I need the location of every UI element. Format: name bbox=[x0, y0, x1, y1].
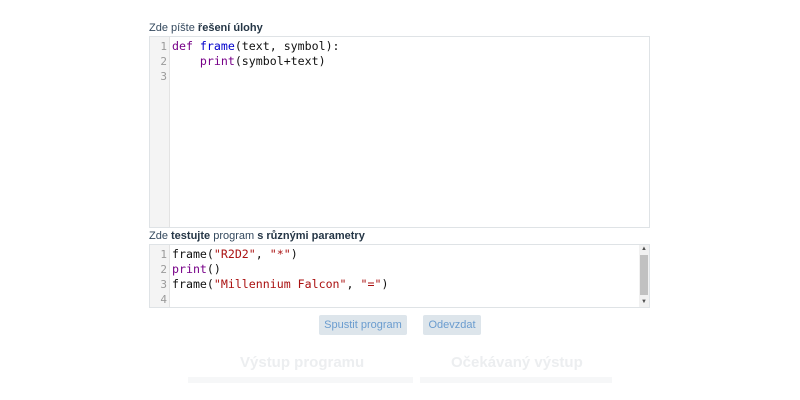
code-token: print bbox=[199, 54, 235, 68]
code-token: print bbox=[172, 262, 207, 276]
test-code-editor[interactable]: 1 frame("R2D2", "*") 2 print() 3 frame("Mille… bbox=[149, 244, 650, 308]
code-token: , bbox=[255, 247, 270, 261]
solution-code-editor[interactable]: 1 def frame(text, symbol): 2 print(symbol+… bbox=[149, 36, 650, 228]
solution-label-prefix: Zde píšte bbox=[149, 22, 198, 34]
test-label-bold-params: s různými parametry bbox=[257, 230, 365, 242]
solution-code-lines[interactable]: 1 def frame(text, symbol): 2 print(symbol+… bbox=[150, 39, 649, 84]
code-text[interactable]: frame("Millennium Falcon", "=") bbox=[172, 277, 388, 292]
code-token: "Millennium Falcon" bbox=[213, 277, 347, 291]
code-token: ) bbox=[381, 277, 389, 291]
test-label: Zde testujte program s různými parametry bbox=[149, 230, 365, 242]
test-editor-scrollbar[interactable]: ▲ ▼ bbox=[639, 245, 649, 307]
code-token: "*" bbox=[269, 247, 291, 261]
code-token: def bbox=[172, 39, 200, 53]
code-token: "R2D2" bbox=[213, 247, 256, 261]
solution-label-bold: řešení úlohy bbox=[197, 22, 263, 34]
test-label-prefix: Zde bbox=[149, 230, 172, 242]
code-line[interactable]: 3 bbox=[150, 69, 649, 84]
test-label-bold-testujte: testujte bbox=[171, 230, 211, 242]
test-code-lines[interactable]: 1 frame("R2D2", "*") 2 print() 3 frame("Mille… bbox=[150, 247, 649, 307]
submit-button[interactable]: Odevzdat bbox=[423, 315, 481, 335]
code-line[interactable]: 2 print(symbol+text) bbox=[150, 54, 649, 69]
code-line[interactable]: 3 frame("Millennium Falcon", "=") bbox=[150, 277, 649, 292]
code-text[interactable]: def frame(text, symbol): bbox=[172, 39, 340, 54]
line-number: 2 bbox=[160, 55, 167, 68]
code-line[interactable]: 1 def frame(text, symbol): bbox=[150, 39, 649, 54]
code-line[interactable]: 4 bbox=[150, 292, 649, 307]
expected-output-area bbox=[420, 377, 612, 383]
code-token: "=" bbox=[360, 277, 382, 291]
code-token: frame( bbox=[172, 247, 214, 261]
code-token: (text, symbol): bbox=[234, 39, 340, 53]
solution-label: Zde píšte řešení úlohy bbox=[149, 22, 263, 34]
code-token: frame( bbox=[172, 277, 214, 291]
code-line[interactable]: 2 print() bbox=[150, 262, 649, 277]
scroll-down-arrow-icon[interactable]: ▼ bbox=[639, 298, 649, 307]
scroll-up-arrow-icon[interactable]: ▲ bbox=[639, 245, 649, 254]
program-output-area bbox=[188, 377, 413, 383]
line-number: 4 bbox=[160, 293, 167, 306]
line-number: 2 bbox=[160, 263, 167, 276]
code-text[interactable]: print(symbol+text) bbox=[172, 54, 326, 69]
code-text[interactable]: frame("R2D2", "*") bbox=[172, 247, 298, 262]
line-number: 3 bbox=[160, 278, 167, 291]
line-number: 1 bbox=[160, 40, 167, 53]
scrollbar-thumb[interactable] bbox=[640, 255, 648, 295]
code-token: , bbox=[346, 277, 361, 291]
code-token: frame bbox=[199, 39, 235, 53]
test-label-middle: program bbox=[210, 230, 258, 242]
code-token: () bbox=[206, 262, 221, 276]
expected-output-heading: Očekávaný výstup bbox=[451, 354, 583, 371]
run-program-button[interactable]: Spustit program bbox=[319, 315, 407, 335]
code-line[interactable]: 1 frame("R2D2", "*") bbox=[150, 247, 649, 262]
code-text[interactable]: print() bbox=[172, 262, 221, 277]
line-number: 3 bbox=[160, 70, 167, 83]
line-number: 1 bbox=[160, 248, 167, 261]
program-output-heading: Výstup programu bbox=[240, 354, 365, 371]
code-token: (symbol+text) bbox=[234, 54, 326, 68]
code-token: ) bbox=[290, 247, 298, 261]
